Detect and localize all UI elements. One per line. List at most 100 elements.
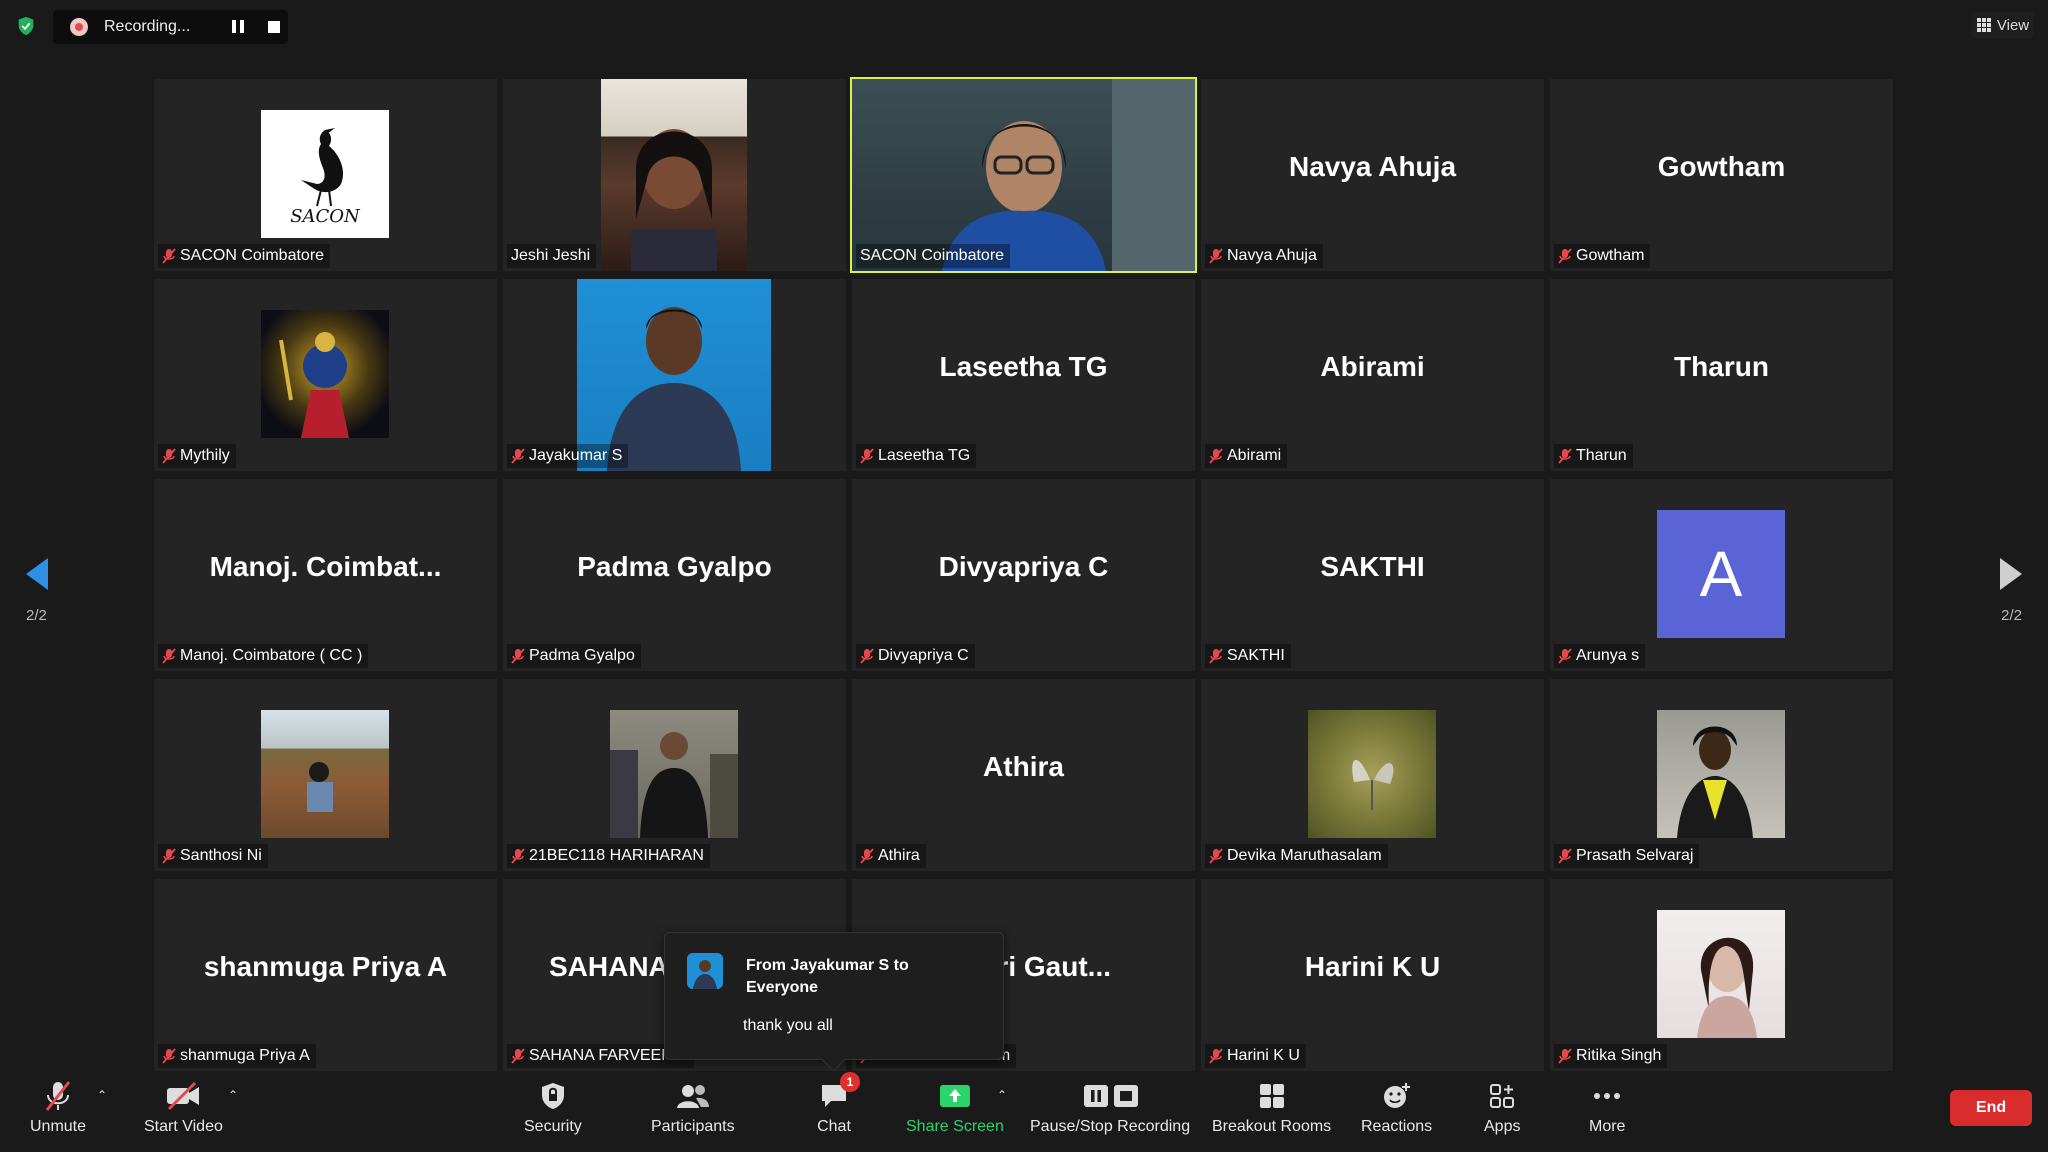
participant-name: SAKTHI [1227,647,1285,664]
mic-muted-icon [860,648,874,664]
end-meeting-button[interactable]: End [1950,1090,2032,1126]
participant-name-label: Athira [856,844,926,868]
mic-muted-icon [1558,1048,1572,1064]
participants-button[interactable]: Participants [651,1078,735,1136]
participant-name-label: Santhosi Ni [158,844,268,868]
participant-name-label: Tharun [1554,444,1633,468]
participant-name-label: Mythily [158,444,236,468]
mic-muted-icon [162,248,176,264]
pause-stop-recording-button[interactable]: Pause/Stop Recording [1030,1078,1190,1136]
participant-tile[interactable]: shanmuga Priya A shanmuga Priya A [154,879,497,1071]
participant-tile[interactable]: Santhosi Ni [154,679,497,871]
next-page-arrow-icon[interactable] [1996,554,2026,594]
participant-tile[interactable]: Tharun Tharun [1550,279,1893,471]
share-screen-label: Share Screen [906,1118,1004,1135]
security-button[interactable]: Security [524,1078,582,1136]
participant-name-label: Prasath Selvaraj [1554,844,1700,868]
apps-button[interactable]: Apps [1484,1078,1520,1136]
audio-options-caret-icon[interactable]: ⌃ [97,1088,107,1102]
letter-avatar: A [1657,510,1785,638]
participant-name: Ritika Singh [1576,1047,1662,1064]
participant-tile[interactable]: Abirami Abirami [1201,279,1544,471]
page-indicator-right: 2/2 [2001,607,2022,624]
mic-muted-icon [1209,648,1223,664]
participant-name: Tharun [1576,447,1627,464]
more-button[interactable]: More [1589,1078,1625,1136]
participant-name: Navya Ahuja [1227,247,1317,264]
participant-tile[interactable]: Athira Athira [852,679,1195,871]
participant-tile[interactable]: SAKTHI SAKTHI [1201,479,1544,671]
participants-icon [676,1085,709,1108]
participant-name-label: Jayakumar S [507,444,629,468]
video-options-caret-icon[interactable]: ⌃ [228,1088,238,1102]
participant-name: Arunya s [1576,647,1640,664]
pause-recording-icon[interactable] [232,20,246,34]
emoji-plus-icon [1383,1083,1410,1108]
start-video-button[interactable]: Start Video [144,1078,223,1136]
participant-name-label: SACON Coimbatore [158,244,331,268]
reactions-button[interactable]: Reactions [1361,1078,1432,1136]
previous-page-arrow-icon[interactable] [22,554,52,594]
participant-tile[interactable]: 21BEC118 HARIHARAN [503,679,846,871]
ellipsis-icon [1594,1093,1621,1099]
participant-name: Athira [878,847,920,864]
participant-tile[interactable]: Harini K U Harini K U [1201,879,1544,1071]
participant-tile[interactable]: Jeshi Jeshi [503,79,846,271]
view-label: View [1996,16,2030,34]
participant-name-label: Harini K U [1205,1044,1306,1068]
unmute-button[interactable]: Unmute [30,1078,86,1136]
page-indicator-left: 2/2 [26,607,47,624]
participant-display-name: shanmuga Priya A [203,951,448,982]
participant-tile[interactable]: Padma Gyalpo Padma Gyalpo [503,479,846,671]
participant-tile[interactable]: Manoj. Coimbat... Manoj. Coimbatore ( CC… [154,479,497,671]
participant-display-name: Navya Ahuja [1288,151,1457,182]
sender-avatar [687,953,723,989]
participant-video [852,79,1195,271]
participant-display-name: Divyapriya C [938,551,1109,582]
participant-tile[interactable]: Gowtham Gowtham [1550,79,1893,271]
chat-button[interactable]: 1 Chat [816,1072,860,1136]
mic-muted-icon [1209,248,1223,264]
participant-tile[interactable]: Laseetha TG Laseetha TG [852,279,1195,471]
record-dot-icon [70,18,88,36]
share-screen-icon [939,1085,970,1107]
participant-tile[interactable]: Ritika Singh [1550,879,1893,1071]
share-options-caret-icon[interactable]: ⌃ [997,1088,1007,1102]
share-screen-button[interactable]: Share Screen [906,1078,1004,1136]
breakout-rooms-icon [1259,1084,1284,1108]
active-speaker-tile[interactable]: SACON Coimbatore [850,77,1197,273]
participant-name: Prasath Selvaraj [1576,847,1694,864]
participant-tile[interactable]: Navya Ahuja Navya Ahuja [1201,79,1544,271]
view-button[interactable]: View [1972,12,2034,38]
participant-display-name: Athira [983,751,1064,782]
participant-avatar [610,710,738,838]
participant-tile[interactable]: Divyapriya C Divyapriya C [852,479,1195,671]
participant-tile[interactable]: A Arunya s [1550,479,1893,671]
participant-tile[interactable]: Prasath Selvaraj [1550,679,1893,871]
more-label: More [1589,1118,1626,1135]
reactions-label: Reactions [1361,1118,1433,1135]
participant-name: Gowtham [1576,247,1645,264]
stop-recording-icon[interactable] [268,21,280,33]
participant-name: Jeshi Jeshi [511,247,591,264]
participant-name-label: Divyapriya C [856,644,975,668]
chat-notification-popup[interactable]: From Jayakumar S to Everyone thank you a… [664,932,1004,1060]
participant-avatar [261,310,389,438]
security-shield-icon[interactable] [15,15,37,37]
participant-tile[interactable]: Devika Maruthasalam [1201,679,1544,871]
participant-tile[interactable]: SACON SACON Coimbatore [154,79,497,271]
participant-tile[interactable]: Jayakumar S [503,279,846,471]
participant-avatar [261,710,389,838]
participant-tile[interactable]: Mythily [154,279,497,471]
mic-muted-icon [45,1081,71,1111]
mic-muted-icon [1558,248,1572,264]
breakout-rooms-button[interactable]: Breakout Rooms [1212,1078,1331,1136]
participant-photo [601,79,747,271]
grid-icon [1976,18,1991,32]
participant-name-label: Laseetha TG [856,444,977,468]
participant-name: Abirami [1227,447,1282,464]
participant-name: Divyapriya C [878,647,969,664]
participant-name: shanmuga Priya A [180,1047,310,1064]
participant-name: SACON Coimbatore [860,247,1005,264]
mic-muted-icon [860,848,874,864]
